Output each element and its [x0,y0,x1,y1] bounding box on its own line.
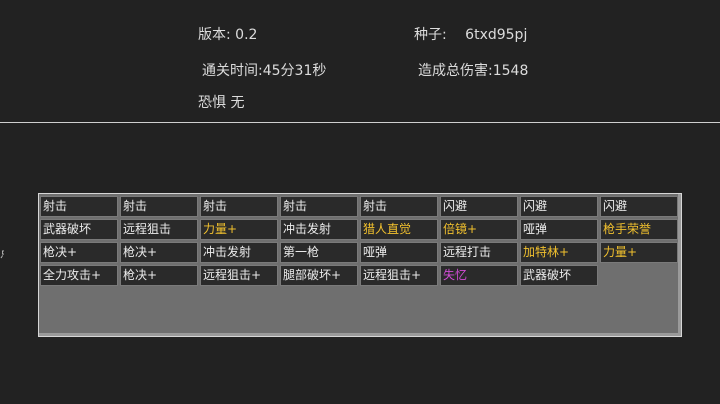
clear-time-stat: 通关时间:45分31秒 [202,60,326,80]
card-r2-c4[interactable]: 冲击发射 [280,219,358,240]
fear-stat: 恐惧 无 [198,92,244,112]
card-r2-c1[interactable]: 武器破坏 [40,219,118,240]
version-value: 0.2 [235,27,258,43]
total-damage-value: 1548 [492,63,529,79]
seed-stat: 种子: 6txd95pj [414,24,527,44]
card-r2-c2[interactable]: 远程狙击 [120,219,198,240]
card-r3-c3[interactable]: 冲击发射 [200,242,278,263]
fear-value: 无 [230,95,245,111]
seed-value: 6txd95pj [465,27,528,43]
card-r1-c4[interactable]: 射击 [280,196,358,217]
card-r3-c2[interactable]: 枪决+ [120,242,198,263]
clear-time-label: 通关时间: [202,63,263,79]
edge-glyph: 点 [0,244,4,261]
fear-label: 恐惧 [198,95,226,111]
card-r1-c2[interactable]: 射击 [120,196,198,217]
card-r2-c5[interactable]: 猎人直觉 [360,219,438,240]
card-r2-c6[interactable]: 倍镜+ [440,219,518,240]
card-r4-c4[interactable]: 腿部破坏+ [280,265,358,286]
card-r3-c7[interactable]: 加特林+ [520,242,598,263]
card-r1-c8[interactable]: 闪避 [600,196,678,217]
seed-label: 种子: [414,27,447,43]
deck-panel: 射击 射击 射击 射击 射击 闪避 闪避 闪避 武器破坏 远程狙击 力量+ 冲击发射 猎人直觉 倍镜+ 哑弹… [38,193,682,337]
card-r2-c8[interactable]: 枪手荣誉 [600,219,678,240]
card-r3-c4[interactable]: 第一枪 [280,242,358,263]
card-r4-c6[interactable]: 失忆 [440,265,518,286]
card-r4-c2[interactable]: 枪决+ [120,265,198,286]
card-r1-c7[interactable]: 闪避 [520,196,598,217]
card-r4-c5[interactable]: 远程狙击+ [360,265,438,286]
card-r3-c5[interactable]: 哑弹 [360,242,438,263]
card-r3-c6[interactable]: 远程打击 [440,242,518,263]
card-r3-c1[interactable]: 枪决+ [40,242,118,263]
total-damage-label: 造成总伤害: [418,63,493,79]
version-label: 版本: [198,27,231,43]
card-r4-c3[interactable]: 远程狙击+ [200,265,278,286]
divider-line [0,122,720,123]
version-stat: 版本: 0.2 [198,24,257,44]
card-r1-c1[interactable]: 射击 [40,196,118,217]
clear-time-value: 45分31秒 [262,63,327,79]
card-r4-c1[interactable]: 全力攻击+ [40,265,118,286]
card-r3-c8[interactable]: 力量+ [600,242,678,263]
card-r2-c7[interactable]: 哑弹 [520,219,598,240]
card-r2-c3[interactable]: 力量+ [200,219,278,240]
card-r4-c7[interactable]: 武器破坏 [520,265,598,286]
card-r1-c5[interactable]: 射击 [360,196,438,217]
card-r1-c6[interactable]: 闪避 [440,196,518,217]
card-r1-c3[interactable]: 射击 [200,196,278,217]
total-damage-stat: 造成总伤害:1548 [418,60,528,80]
